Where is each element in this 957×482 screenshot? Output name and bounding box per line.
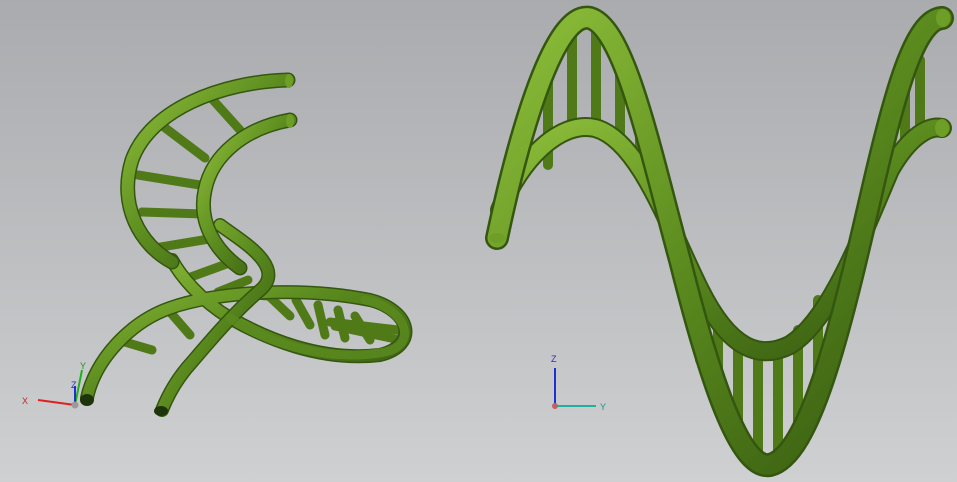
right-sine-model[interactable] [485, 5, 954, 478]
left-triad-x-axis [37, 399, 76, 406]
left-strand-end-cap [80, 394, 94, 406]
left-triad-z-label: Z [71, 380, 77, 390]
right-triad-z-label: Z [551, 354, 557, 364]
left-helix-model[interactable] [80, 72, 413, 417]
left-triad-origin [71, 401, 79, 409]
model-scene: X Y Z Z Y [22, 5, 954, 478]
right-triad-origin [552, 403, 558, 409]
right-axis-triad: Z Y [551, 354, 606, 412]
graphics-viewport[interactable]: X Y Z Z Y [0, 0, 957, 482]
left-axis-triad: X Y Z [22, 361, 86, 409]
right-triad-y-label: Y [600, 402, 606, 412]
left-strand-end-cap-2 [154, 406, 168, 416]
left-triad-x-label: X [22, 396, 28, 406]
left-triad-y-label: Y [80, 361, 86, 371]
